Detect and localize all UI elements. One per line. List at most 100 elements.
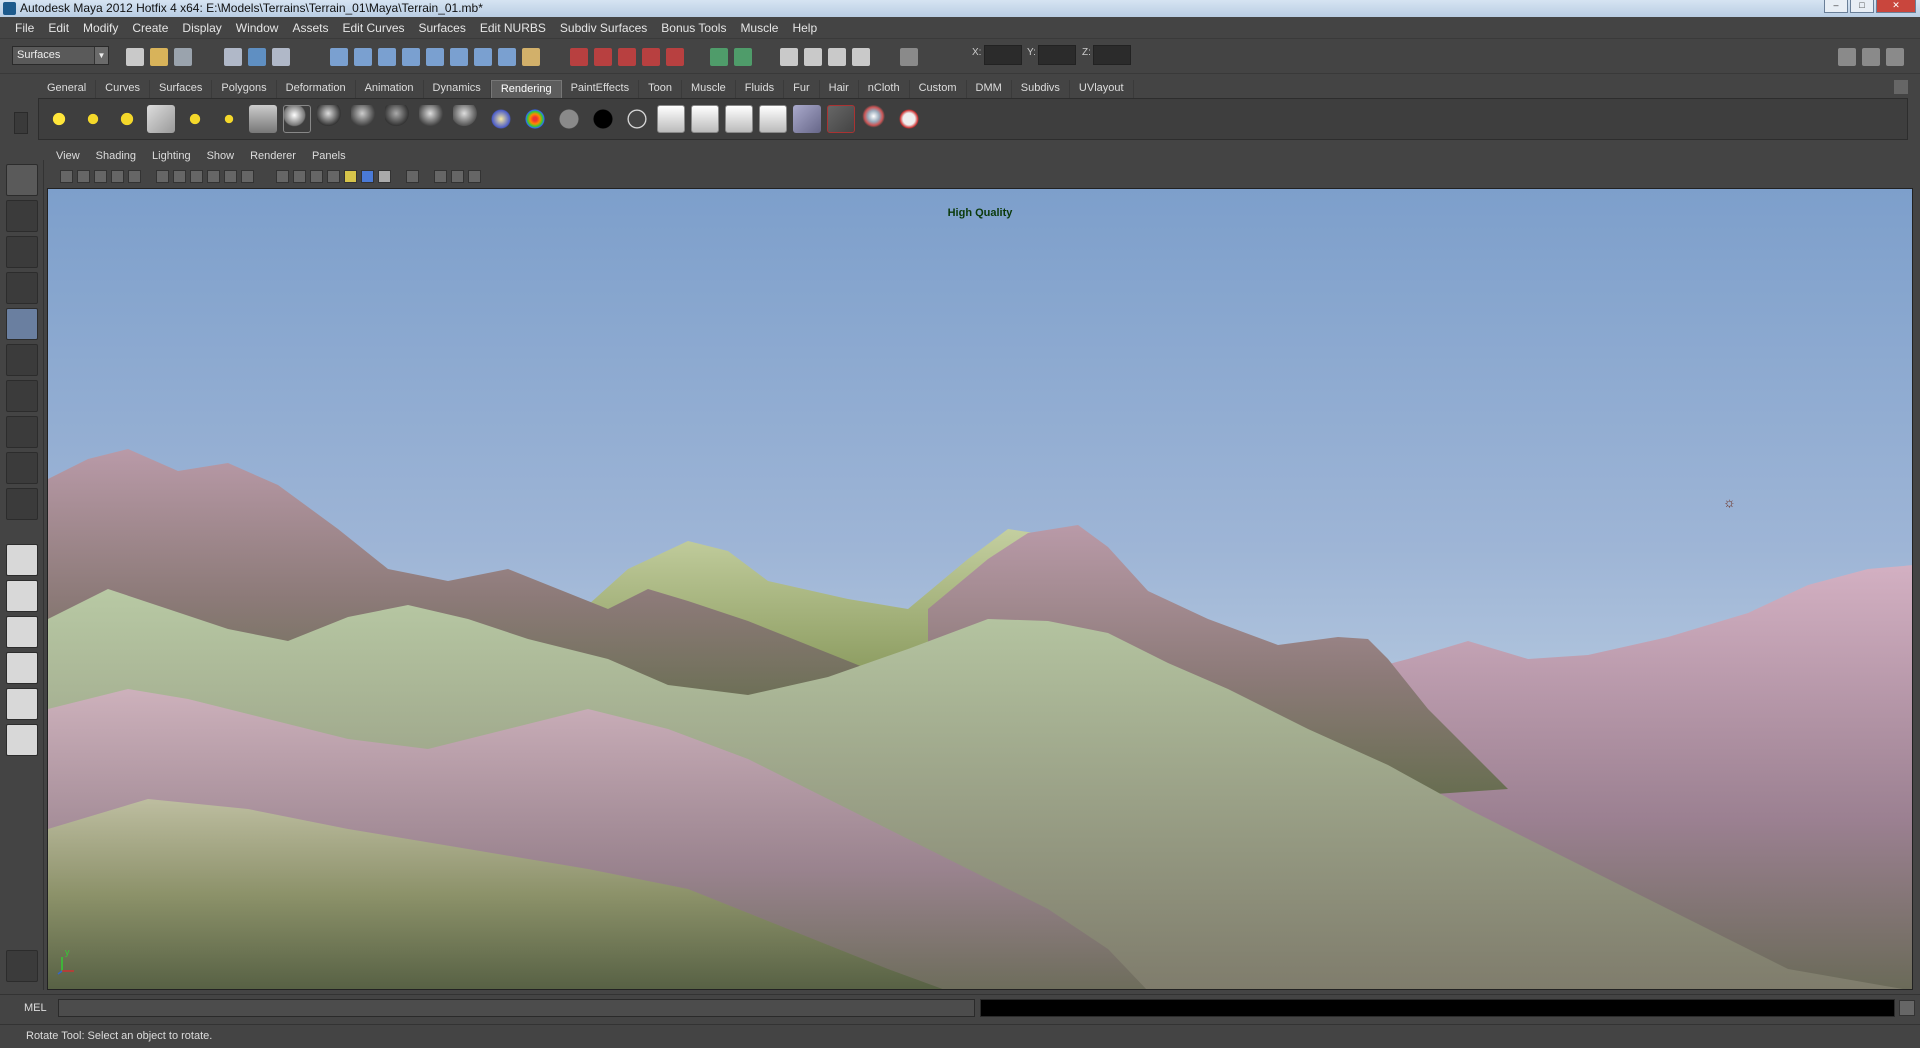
panel-menu-panels[interactable]: Panels <box>304 150 354 166</box>
shelf-tab-deformation[interactable]: Deformation <box>277 80 356 98</box>
save-scene-icon[interactable] <box>174 48 192 66</box>
volume-light-icon[interactable] <box>215 105 243 133</box>
camera-select-icon[interactable] <box>60 170 73 183</box>
point-light-icon[interactable] <box>113 105 141 133</box>
x-field[interactable] <box>984 45 1022 65</box>
ipr-render-icon[interactable] <box>691 105 719 133</box>
select-rendering-icon[interactable] <box>474 48 492 66</box>
ambient-light-icon[interactable] <box>45 105 73 133</box>
phonge-icon[interactable] <box>385 105 413 133</box>
menu-modify[interactable]: Modify <box>76 21 125 35</box>
show-manipulator-icon[interactable] <box>6 452 38 484</box>
select-surfaces-icon[interactable] <box>402 48 420 66</box>
wireframe-on-shaded-icon[interactable] <box>310 170 323 183</box>
shelf-tab-hair[interactable]: Hair <box>820 80 859 98</box>
shelf-tab-custom[interactable]: Custom <box>910 80 967 98</box>
script-editor-icon[interactable] <box>1899 1000 1915 1016</box>
menu-edit-curves[interactable]: Edit Curves <box>335 21 411 35</box>
open-scene-icon[interactable] <box>150 48 168 66</box>
menu-window[interactable]: Window <box>229 21 286 35</box>
shelf-tab-fluids[interactable]: Fluids <box>736 80 785 98</box>
four-view-layout-icon[interactable] <box>6 580 38 612</box>
select-dynamics-icon[interactable] <box>450 48 468 66</box>
menu-muscle[interactable]: Muscle <box>733 21 785 35</box>
perspective-viewport[interactable]: High Quality ☼ y <box>47 188 1913 990</box>
white-shader-icon[interactable] <box>623 105 651 133</box>
ipr-icon[interactable] <box>828 48 846 66</box>
menu-edit[interactable]: Edit <box>41 21 76 35</box>
select-misc-icon[interactable] <box>498 48 516 66</box>
snap-view-plane-icon[interactable] <box>642 48 660 66</box>
field-chart-icon[interactable] <box>207 170 220 183</box>
menu-display[interactable]: Display <box>175 21 228 35</box>
film-gate-icon[interactable] <box>156 170 169 183</box>
select-deformations-icon[interactable] <box>426 48 444 66</box>
single-perspective-layout-icon[interactable] <box>6 544 38 576</box>
use-background-icon[interactable] <box>555 105 583 133</box>
wireframe-icon[interactable] <box>276 170 289 183</box>
input-output-icon[interactable] <box>734 48 752 66</box>
menu-edit-nurbs[interactable]: Edit NURBS <box>473 21 553 35</box>
select-component-icon[interactable] <box>272 48 290 66</box>
shelf-tab-subdivs[interactable]: Subdivs <box>1012 80 1070 98</box>
script-language-toggle[interactable]: MEL <box>24 1002 47 1014</box>
directional-light-icon[interactable] <box>79 105 107 133</box>
spot-light-icon[interactable] <box>147 105 175 133</box>
view-cube-icon[interactable] <box>468 170 481 183</box>
blinn-icon[interactable] <box>283 105 311 133</box>
lasso-tool-icon[interactable] <box>6 200 38 232</box>
smooth-shade-icon[interactable] <box>293 170 306 183</box>
make-live-icon[interactable] <box>666 48 684 66</box>
panel-menu-view[interactable]: View <box>48 150 88 166</box>
soft-modify-icon[interactable] <box>6 416 38 448</box>
lock-selection-icon[interactable] <box>522 48 540 66</box>
minimize-button[interactable]: – <box>1824 0 1848 13</box>
universal-manipulator-icon[interactable] <box>6 380 38 412</box>
select-handles-icon[interactable] <box>330 48 348 66</box>
render-settings-icon[interactable] <box>725 105 753 133</box>
surface-shader-icon[interactable] <box>521 105 549 133</box>
menu-surfaces[interactable]: Surfaces <box>412 21 473 35</box>
select-object-icon[interactable] <box>248 48 266 66</box>
shelf-tab-animation[interactable]: Animation <box>356 80 424 98</box>
shelf-tab-surfaces[interactable]: Surfaces <box>150 80 213 98</box>
phong-icon[interactable] <box>351 105 379 133</box>
select-joints-icon[interactable] <box>354 48 372 66</box>
anisotropic-icon[interactable] <box>419 105 447 133</box>
scale-tool-icon[interactable] <box>6 344 38 376</box>
grid-toggle-icon[interactable] <box>128 170 141 183</box>
menu-set-dropdown[interactable]: Surfaces ▼ <box>12 46 109 65</box>
panel-menu-shading[interactable]: Shading <box>88 150 144 166</box>
select-hierarchy-icon[interactable] <box>224 48 242 66</box>
paint-select-tool-icon[interactable] <box>6 236 38 268</box>
snap-grid-icon[interactable] <box>570 48 588 66</box>
render-current-frame-icon[interactable] <box>657 105 685 133</box>
light-locator-icon[interactable]: ☼ <box>1723 495 1737 509</box>
last-tool-icon[interactable] <box>6 488 38 520</box>
select-tool-icon[interactable] <box>6 164 38 196</box>
menu-bonus-tools[interactable]: Bonus Tools <box>654 21 733 35</box>
camera-attributes-icon[interactable] <box>77 170 90 183</box>
shelf-tab-fur[interactable]: Fur <box>784 80 820 98</box>
panel-menu-lighting[interactable]: Lighting <box>144 150 199 166</box>
xray-icon[interactable] <box>327 170 340 183</box>
mel-command-input[interactable] <box>58 999 975 1017</box>
menu-file[interactable]: File <box>8 21 41 35</box>
frame-selected-icon[interactable] <box>451 170 464 183</box>
shelf-tab-toon[interactable]: Toon <box>639 80 682 98</box>
shelf-tab-general[interactable]: General <box>38 80 97 98</box>
shelf-options-icon[interactable] <box>1894 80 1908 94</box>
menu-assets[interactable]: Assets <box>285 21 335 35</box>
cancel-batch-icon[interactable] <box>827 105 855 133</box>
ramp-shader-icon[interactable] <box>453 105 481 133</box>
move-tool-icon[interactable] <box>6 272 38 304</box>
resolution-gate-icon[interactable] <box>173 170 186 183</box>
attribute-editor-toggle-icon[interactable] <box>1838 48 1856 66</box>
panel-menu-show[interactable]: Show <box>199 150 243 166</box>
paint-shader-icon[interactable] <box>895 105 923 133</box>
image-plane-icon[interactable] <box>111 170 124 183</box>
use-default-lighting-icon[interactable] <box>344 170 357 183</box>
shelf-tab-dynamics[interactable]: Dynamics <box>424 80 491 98</box>
frame-all-icon[interactable] <box>434 170 447 183</box>
menu-subdiv-surfaces[interactable]: Subdiv Surfaces <box>553 21 654 35</box>
